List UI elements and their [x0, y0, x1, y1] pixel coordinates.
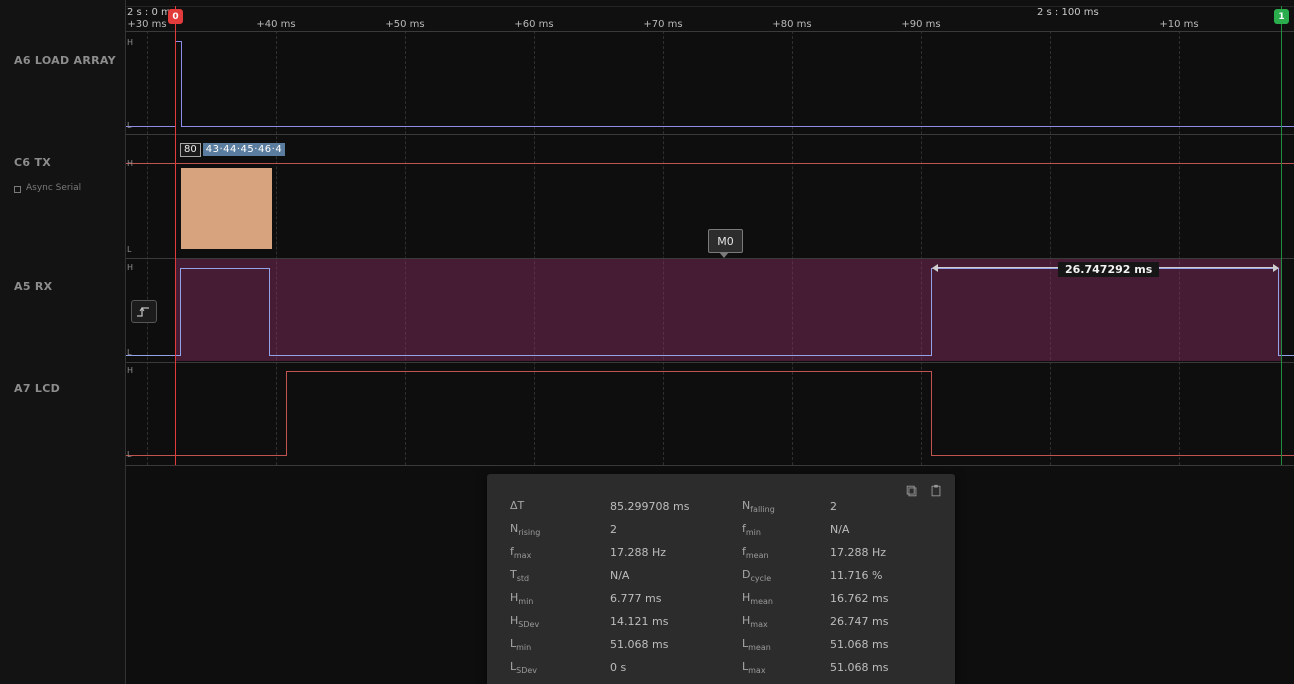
divider	[0, 465, 1294, 466]
metric-label: Lmin	[510, 637, 610, 652]
trigger-rising-edge-icon[interactable]	[131, 300, 157, 323]
metric-label: Lmean	[742, 637, 830, 652]
metric-label: Hmean	[742, 591, 830, 606]
measure-span-label[interactable]: 26.747292 ms	[1058, 262, 1159, 277]
metric-label: Nfalling	[742, 499, 830, 514]
metric-label: ΔT	[510, 499, 610, 514]
decoded-first-byte: 80	[180, 143, 201, 157]
metric-value: 6.777 ms	[610, 592, 742, 605]
metric-value: 51.068 ms	[610, 638, 742, 651]
level-low-label: L	[127, 348, 131, 357]
decoded-bytes-annotation[interactable]: 80 43·44·45·46·4	[180, 142, 285, 157]
measurement-row: Tstd N/A Dcycle 11.716 %	[510, 564, 940, 587]
divider	[0, 6, 1294, 7]
divider	[0, 258, 1294, 259]
a6-waveform-trace	[125, 42, 1294, 127]
sidebar-item-a6-load-array[interactable]: A6 LOAD ARRAY	[14, 54, 116, 67]
end-marker-line	[1281, 6, 1282, 465]
metric-value: 2	[610, 523, 742, 536]
metric-value: N/A	[830, 523, 940, 536]
metric-value: 17.288 Hz	[830, 546, 940, 559]
metric-value: 14.121 ms	[610, 615, 742, 628]
metric-value: 17.288 Hz	[610, 546, 742, 559]
measurement-row: Hmin 6.777 ms Hmean 16.762 ms	[510, 587, 940, 610]
end-marker-badge[interactable]: 1	[1274, 9, 1289, 24]
measurement-row: Nrising 2 fmin N/A	[510, 518, 940, 541]
measurement-row: fmax 17.288 Hz fmean 17.288 Hz	[510, 541, 940, 564]
metric-label: Tstd	[510, 568, 610, 583]
metric-value: 26.747 ms	[830, 615, 940, 628]
divider	[0, 362, 1294, 363]
analyzer-label[interactable]: Async Serial	[26, 183, 81, 193]
metric-label: Hmax	[742, 614, 830, 629]
metric-value: 2	[830, 500, 940, 513]
metric-value: 0 s	[610, 661, 742, 674]
measurement-row: ΔT 85.299708 ms Nfalling 2	[510, 495, 940, 518]
level-high-label: H	[127, 366, 133, 375]
measure-arrow-left-icon	[932, 264, 938, 272]
metric-value: 51.068 ms	[830, 661, 940, 674]
logic-analyzer-screen: 2 s : 0 ms 2 s : 100 ms +30 ms +40 ms +5…	[0, 0, 1294, 684]
metric-label: HSDev	[510, 614, 610, 629]
measurement-row: LSDev 0 s Lmax 51.068 ms	[510, 656, 940, 679]
metric-label: Dcycle	[742, 568, 830, 583]
a5-waveform-trace	[125, 269, 1294, 356]
timing-marker-m0[interactable]: M0	[708, 229, 743, 253]
metric-label: fmax	[510, 545, 610, 560]
measure-arrow-right-icon	[1273, 264, 1279, 272]
measurement-row: Lmin 51.068 ms Lmean 51.068 ms	[510, 633, 940, 656]
metric-label: Lmax	[742, 660, 830, 675]
a7-waveform-trace	[125, 372, 1294, 456]
trigger-marker-badge[interactable]: 0	[168, 9, 183, 24]
metric-value: 11.716 %	[830, 569, 940, 582]
level-low-label: L	[127, 121, 131, 130]
sidebar-item-c6-tx[interactable]: C6 TX	[14, 156, 51, 169]
timing-marker-m0-pointer	[719, 252, 729, 258]
divider	[0, 31, 1294, 32]
divider	[0, 134, 1294, 135]
level-high-label: H	[127, 263, 133, 272]
metric-value: 85.299708 ms	[610, 500, 742, 513]
metric-label: Nrising	[510, 522, 610, 537]
sidebar-item-a5-rx[interactable]: A5 RX	[14, 280, 52, 293]
level-high-label: H	[127, 38, 133, 47]
level-high-label: H	[127, 159, 133, 168]
metric-label: LSDev	[510, 660, 610, 675]
measurement-table: ΔT 85.299708 ms Nfalling 2 Nrising 2 fmi…	[510, 495, 940, 679]
metric-value: N/A	[610, 569, 742, 582]
measurement-panel: ΔT 85.299708 ms Nfalling 2 Nrising 2 fmi…	[487, 474, 955, 684]
analyzer-icon	[14, 186, 21, 193]
metric-label: fmin	[742, 522, 830, 537]
level-low-label: L	[127, 245, 131, 254]
metric-label: Hmin	[510, 591, 610, 606]
measurement-row: HSDev 14.121 ms Hmax 26.747 ms	[510, 610, 940, 633]
metric-value: 51.068 ms	[830, 638, 940, 651]
decoded-selected-bytes: 43·44·45·46·4	[203, 143, 285, 156]
channel-sidebar: A6 LOAD ARRAY C6 TX Async Serial A5 RX A…	[0, 0, 126, 684]
level-low-label: L	[127, 450, 131, 459]
trigger-marker-line	[175, 6, 176, 465]
sidebar-item-a7-lcd[interactable]: A7 LCD	[14, 382, 60, 395]
metric-label: fmean	[742, 545, 830, 560]
metric-value: 16.762 ms	[830, 592, 940, 605]
